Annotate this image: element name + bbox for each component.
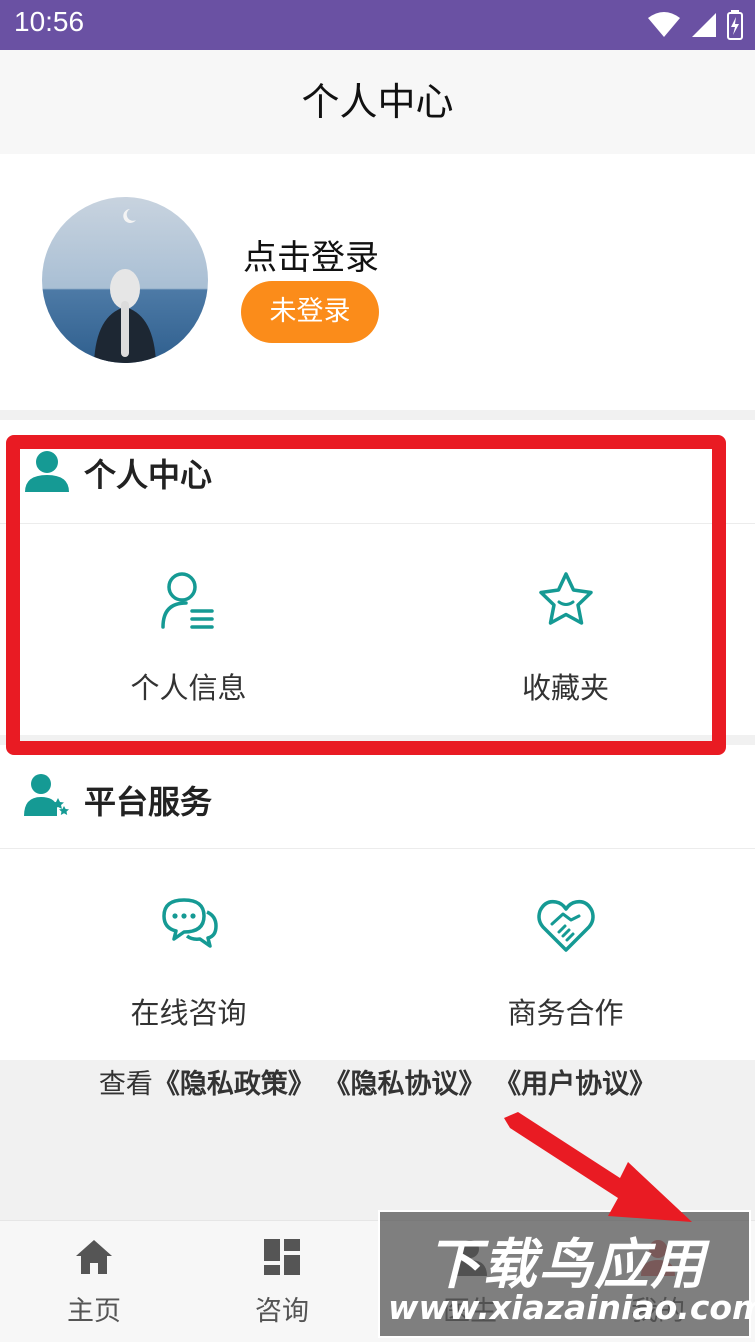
title-bar: 个人中心 xyxy=(0,50,755,154)
privacy-agreement-link[interactable]: 《隐私协议》 xyxy=(324,1069,486,1100)
section-header: 平台服务 xyxy=(0,745,755,849)
business-cooperation-label: 商务合作 xyxy=(507,996,624,1030)
login-status-badge[interactable]: 未登录 xyxy=(241,281,379,343)
status-time: 10:56 xyxy=(14,6,85,37)
handshake-heart-icon xyxy=(537,899,595,952)
battery-icon xyxy=(727,10,743,40)
avatar[interactable] xyxy=(42,197,208,363)
home-icon xyxy=(76,1240,112,1274)
online-consult-item[interactable]: 在线咨询 xyxy=(0,850,377,1060)
screen: 10:56 个人中心 点击登录 未登录 个人中心 个人信息 收藏夹 平台服务 在… xyxy=(0,0,755,1342)
tab-home[interactable]: 主页 xyxy=(0,1221,188,1342)
business-cooperation-item[interactable]: 商务合作 xyxy=(377,850,754,1060)
policy-prefix: 查看 xyxy=(98,1069,153,1100)
section-title: 平台服务 xyxy=(84,783,213,821)
profile-card[interactable]: 点击登录 未登录 xyxy=(0,154,755,410)
dashboard-icon xyxy=(264,1239,300,1275)
avatar-image xyxy=(42,197,208,363)
platform-services-section: 平台服务 在线咨询 商务合作 xyxy=(0,745,755,1060)
tab-home-label: 主页 xyxy=(67,1296,121,1327)
privacy-policy-link[interactable]: 《隐私政策》 xyxy=(153,1069,315,1100)
signal-icon xyxy=(692,13,716,37)
user-stars-icon xyxy=(24,774,69,816)
arrow-annotation-icon xyxy=(504,1112,692,1222)
tab-consult[interactable]: 咨询 xyxy=(188,1221,376,1342)
chat-bubbles-icon xyxy=(162,898,218,948)
policy-links: 查看《隐私政策》 《隐私协议》 《用户协议》 xyxy=(0,1062,755,1101)
status-bar: 10:56 xyxy=(0,0,755,50)
status-icons xyxy=(647,9,743,41)
page-title: 个人中心 xyxy=(301,80,454,124)
wifi-icon xyxy=(648,12,680,37)
highlight-annotation xyxy=(6,435,726,755)
user-agreement-link[interactable]: 《用户协议》 xyxy=(494,1069,656,1100)
login-prompt[interactable]: 点击登录 xyxy=(243,230,379,279)
tab-consult-label: 咨询 xyxy=(255,1296,309,1327)
online-consult-label: 在线咨询 xyxy=(130,996,247,1030)
watermark-url: www.xiazainiao.com xyxy=(388,1288,755,1327)
